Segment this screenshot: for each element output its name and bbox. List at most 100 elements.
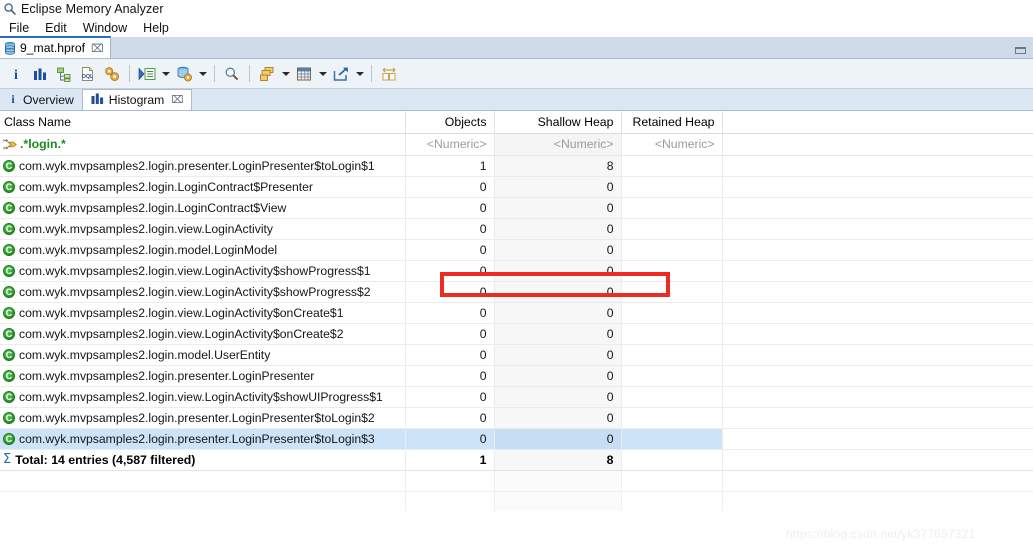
minimize-button[interactable] xyxy=(1015,45,1026,54)
filter-cell-objects[interactable]: <Numeric> xyxy=(405,133,495,156)
group-by-dropdown[interactable] xyxy=(279,62,292,86)
cell-shallow-heap: 0 xyxy=(494,323,622,345)
column-header-filler xyxy=(722,111,1033,134)
menu-file[interactable]: File xyxy=(1,20,37,36)
table-row[interactable]: com.wyk.mvpsamples2.login.presenter.Logi… xyxy=(0,407,1033,429)
calculate-icon[interactable] xyxy=(292,62,316,86)
class-name-label: com.wyk.mvpsamples2.login.view.LoginActi… xyxy=(19,389,383,404)
class-name-label: com.wyk.mvpsamples2.login.presenter.Logi… xyxy=(19,410,375,425)
calculate-dropdown[interactable] xyxy=(316,62,329,86)
search-icon[interactable] xyxy=(220,62,244,86)
main-toolbar: i OQL xyxy=(0,59,1033,89)
table-row[interactable]: com.wyk.mvpsamples2.login.view.LoginActi… xyxy=(0,323,1033,345)
oql-icon[interactable]: OQL xyxy=(76,62,100,86)
cell-filler xyxy=(722,239,1033,261)
cell-filler xyxy=(722,407,1033,429)
export-dropdown[interactable] xyxy=(353,62,366,86)
filter-expression: .*login.* xyxy=(20,137,66,151)
table-row[interactable]: com.wyk.mvpsamples2.login.LoginContract$… xyxy=(0,197,1033,219)
query-browser-icon[interactable] xyxy=(172,62,196,86)
class-name-label: com.wyk.mvpsamples2.login.view.LoginActi… xyxy=(19,221,274,236)
filter-cell-class-name[interactable]: .*login.* xyxy=(0,133,406,156)
class-name-label: com.wyk.mvpsamples2.login.view.LoginActi… xyxy=(19,305,344,320)
class-icon xyxy=(3,264,15,277)
cell-filler xyxy=(722,281,1033,303)
table-empty-row xyxy=(0,491,1033,511)
column-header-class-name[interactable]: Class Name xyxy=(0,111,406,134)
editor-tab-heapdump[interactable]: 9_mat.hprof ⌧ xyxy=(0,36,111,58)
cell-retained-heap xyxy=(621,407,723,429)
cell-shallow-heap: 0 xyxy=(494,197,622,219)
empty-cell-objects xyxy=(405,470,495,492)
export-icon[interactable] xyxy=(329,62,353,86)
column-header-shallow-heap[interactable]: Shallow Heap xyxy=(494,111,622,134)
view-tab-bar: i Overview Histogram ⌧ xyxy=(0,89,1033,111)
histogram-table: Class Name Objects Shallow Heap Retained… xyxy=(0,111,1033,511)
class-name-label: com.wyk.mvpsamples2.login.presenter.Logi… xyxy=(19,368,315,383)
menu-window[interactable]: Window xyxy=(75,20,135,36)
empty-cell-retained-heap xyxy=(621,470,723,492)
table-row[interactable]: com.wyk.mvpsamples2.login.model.UserEnti… xyxy=(0,344,1033,366)
fit-columns-icon[interactable] xyxy=(377,62,401,86)
dominator-tree-icon[interactable] xyxy=(52,62,76,86)
cell-retained-heap xyxy=(621,197,723,219)
run-expert-dropdown[interactable] xyxy=(159,62,172,86)
table-body: .*login.* <Numeric> <Numeric> <Numeric> … xyxy=(0,133,1033,511)
cell-objects: 0 xyxy=(405,239,495,261)
run-expert-system-icon[interactable] xyxy=(135,62,159,86)
cell-filler xyxy=(722,155,1033,177)
toolbar-separator-3 xyxy=(249,65,250,82)
class-icon xyxy=(3,285,15,298)
close-icon[interactable]: ⌧ xyxy=(91,42,104,55)
class-name-label: com.wyk.mvpsamples2.login.LoginContract$… xyxy=(19,179,313,194)
table-row[interactable]: com.wyk.mvpsamples2.login.view.LoginActi… xyxy=(0,281,1033,303)
cell-shallow-heap: 0 xyxy=(494,176,622,198)
info-icon[interactable]: i xyxy=(4,62,28,86)
tab-overview[interactable]: i Overview xyxy=(0,89,82,110)
filter-cell-retained-heap[interactable]: <Numeric> xyxy=(621,133,723,156)
filter-cell-shallow-heap[interactable]: <Numeric> xyxy=(494,133,622,156)
cell-filler xyxy=(722,218,1033,240)
cell-objects: 0 xyxy=(405,323,495,345)
column-header-objects[interactable]: Objects xyxy=(405,111,495,134)
close-icon[interactable]: ⌧ xyxy=(171,94,183,106)
toolbar-separator xyxy=(129,65,130,82)
total-filler xyxy=(722,449,1033,471)
empty-cell-retained-heap xyxy=(621,491,723,511)
table-row[interactable]: com.wyk.mvpsamples2.login.presenter.Logi… xyxy=(0,155,1033,177)
cell-shallow-heap: 0 xyxy=(494,407,622,429)
cell-class-name: com.wyk.mvpsamples2.login.presenter.Logi… xyxy=(0,155,406,177)
menu-help[interactable]: Help xyxy=(135,20,177,36)
table-row[interactable]: com.wyk.mvpsamples2.login.presenter.Logi… xyxy=(0,428,1033,450)
class-icon xyxy=(3,390,15,403)
column-header-retained-heap[interactable]: Retained Heap xyxy=(621,111,723,134)
cell-filler xyxy=(722,428,1033,450)
editor-tab-bar: 9_mat.hprof ⌧ xyxy=(0,36,1033,59)
cell-shallow-heap: 0 xyxy=(494,260,622,282)
table-row[interactable]: com.wyk.mvpsamples2.login.view.LoginActi… xyxy=(0,260,1033,282)
table-row[interactable]: com.wyk.mvpsamples2.login.model.LoginMod… xyxy=(0,239,1033,261)
table-row[interactable]: com.wyk.mvpsamples2.login.view.LoginActi… xyxy=(0,386,1033,408)
table-empty-row xyxy=(0,470,1033,492)
table-row[interactable]: com.wyk.mvpsamples2.login.view.LoginActi… xyxy=(0,302,1033,324)
menu-edit[interactable]: Edit xyxy=(37,20,75,36)
group-by-icon[interactable] xyxy=(255,62,279,86)
table-row[interactable]: com.wyk.mvpsamples2.login.view.LoginActi… xyxy=(0,218,1033,240)
tab-histogram[interactable]: Histogram ⌧ xyxy=(81,89,193,110)
cell-filler xyxy=(722,323,1033,345)
cell-filler xyxy=(722,197,1033,219)
groups-gear-icon[interactable] xyxy=(100,62,124,86)
query-browser-dropdown[interactable] xyxy=(196,62,209,86)
tab-overview-label: Overview xyxy=(23,92,74,107)
cell-filler xyxy=(722,176,1033,198)
filter-cell-filler xyxy=(722,133,1033,156)
cell-objects: 0 xyxy=(405,302,495,324)
table-row[interactable]: com.wyk.mvpsamples2.login.LoginContract$… xyxy=(0,176,1033,198)
table-row[interactable]: com.wyk.mvpsamples2.login.presenter.Logi… xyxy=(0,365,1033,387)
cell-retained-heap xyxy=(621,386,723,408)
empty-cell-filler xyxy=(722,491,1033,511)
cell-class-name: com.wyk.mvpsamples2.login.view.LoginActi… xyxy=(0,218,406,240)
cell-class-name: com.wyk.mvpsamples2.login.model.LoginMod… xyxy=(0,239,406,261)
histogram-icon[interactable] xyxy=(28,62,52,86)
class-icon xyxy=(3,369,15,382)
